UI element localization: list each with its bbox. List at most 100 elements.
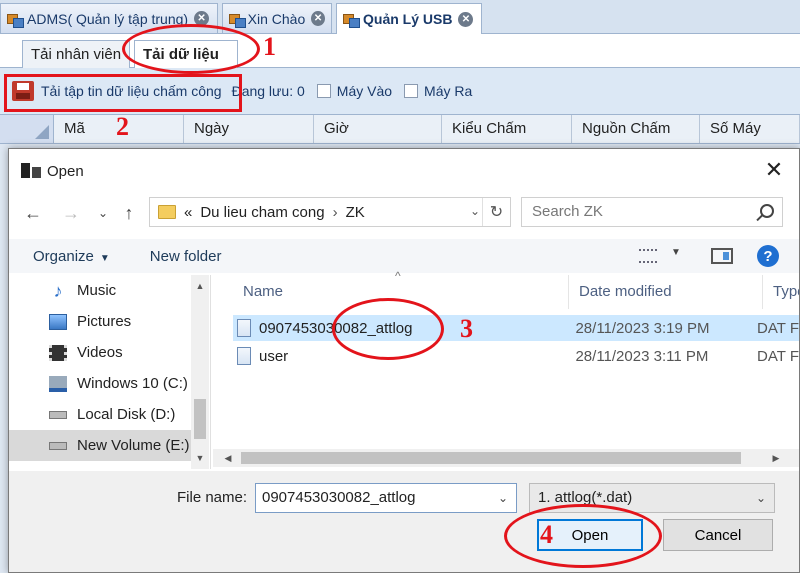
organize-menu[interactable]: Organize ▼ [33, 248, 110, 265]
nav-item-local-disk-d[interactable]: Local Disk (D:) [9, 399, 191, 430]
checkbox-may-vao-label: Máy Vào [336, 83, 393, 99]
chevron-down-icon[interactable]: ▼ [671, 247, 681, 258]
breadcrumb-du-lieu-cham-cong[interactable]: Du lieu cham cong [200, 204, 324, 221]
tab-tai-nhan-vien[interactable]: Tải nhân viên [22, 40, 130, 68]
nav-item-label: Windows 10 (C:) [77, 375, 188, 392]
folder-icon [158, 205, 176, 219]
view-options-icon[interactable] [639, 249, 657, 263]
pictures-icon [49, 313, 67, 330]
dialog-title-bar: Open [9, 149, 799, 193]
scroll-left-icon[interactable]: ◀ [219, 449, 237, 467]
annotation-box-2 [4, 74, 242, 112]
new-folder-button[interactable]: New folder [150, 248, 222, 265]
breadcrumb-zk[interactable]: ZK [346, 204, 365, 221]
preview-pane-icon[interactable] [711, 248, 733, 264]
nav-item-videos[interactable]: Videos [9, 337, 191, 368]
scroll-right-icon[interactable]: ▶ [767, 449, 785, 467]
file-icon [237, 319, 251, 337]
cancel-button[interactable]: Cancel [663, 519, 773, 551]
checkbox-may-vao[interactable] [316, 84, 331, 98]
videos-icon [49, 344, 67, 361]
music-icon: ♪ [53, 280, 63, 301]
close-icon[interactable]: ✕ [311, 11, 325, 26]
scrollbar-thumb[interactable] [241, 452, 741, 464]
close-icon[interactable]: ✕ [458, 11, 474, 27]
recent-locations-dropdown[interactable]: ⌄ [91, 201, 115, 225]
file-name-input[interactable]: 0907453030082_attlog ⌄ [255, 483, 517, 513]
file-name-value: 0907453030082_attlog [262, 489, 416, 506]
forward-button[interactable]: → [59, 201, 83, 225]
nav-item-pictures[interactable]: Pictures [9, 306, 191, 337]
file-row-user[interactable]: user 28/11/2023 3:11 PM DAT F [233, 343, 799, 369]
disk-icon [49, 441, 67, 450]
address-dropdown[interactable]: ⌄ [470, 204, 480, 218]
address-chevrons[interactable]: « [184, 204, 192, 221]
dialog-title: Open [47, 162, 84, 180]
column-header-ngay[interactable]: Ngày [184, 115, 314, 143]
checkbox-may-ra-label: Máy Ra [424, 83, 473, 99]
nav-item-new-volume-e[interactable]: New Volume (E:) [9, 430, 191, 461]
disk-icon [49, 410, 67, 419]
column-header-type[interactable]: Type [763, 275, 799, 309]
app-window-icon [7, 12, 24, 28]
breadcrumb-separator[interactable]: › [333, 204, 338, 221]
file-list-scrollbar[interactable]: ◀ ▶ [213, 449, 799, 467]
file-name-label: File name: [177, 489, 248, 506]
help-icon[interactable]: ? [757, 245, 779, 267]
file-row-attlog[interactable]: 0907453030082_attlog 28/11/2023 3:19 PM … [233, 315, 799, 341]
column-header-so-may[interactable]: Số Máy [700, 115, 800, 143]
file-type: DAT F [757, 319, 799, 337]
app-window-icon [343, 12, 360, 28]
up-folder-button[interactable]: ↑ [117, 201, 141, 225]
nav-item-music[interactable]: ♪ Music [9, 275, 191, 306]
dialog-app-icon [21, 163, 42, 179]
nav-item-label: Local Disk (D:) [77, 406, 176, 423]
annotation-number-1: 1 [263, 32, 276, 61]
scrollbar-thumb[interactable] [194, 399, 206, 439]
chevron-down-icon: ▼ [99, 252, 110, 264]
chevron-down-icon[interactable]: ⌄ [498, 484, 508, 512]
tab-label: Tải nhân viên [31, 46, 122, 63]
back-button[interactable]: ← [21, 201, 45, 225]
annotation-ellipse-4 [504, 504, 662, 568]
dialog-footer: File name: 0907453030082_attlog ⌄ 1. att… [9, 471, 799, 572]
tab-xin-chao[interactable]: Xin Chào ✕ [222, 3, 332, 33]
nav-item-label: New Volume (E:) [77, 437, 190, 454]
nav-item-label: Music [77, 282, 117, 299]
tab-quan-ly-usb[interactable]: Quản Lý USB ✕ [336, 3, 482, 34]
column-header-nguon-cham[interactable]: Nguồn Chấm [572, 115, 700, 143]
file-icon [237, 347, 251, 365]
command-bar: Organize ▼ New folder ▼ ? [9, 239, 799, 273]
column-header-kieu-cham[interactable]: Kiểu Chấm [442, 115, 572, 143]
file-list: ^ Name Date modified Type 0907453030082_… [213, 269, 799, 469]
scroll-up-icon[interactable]: ▲ [191, 277, 209, 295]
tab-label: Xin Chào [247, 10, 306, 27]
search-input[interactable]: Search ZK [521, 197, 783, 227]
nav-item-windows-c[interactable]: Windows 10 (C:) [9, 368, 191, 399]
refresh-button[interactable]: ↻ [482, 198, 510, 226]
annotation-number-4: 4 [540, 520, 553, 549]
column-header-date-modified[interactable]: Date modified [569, 275, 763, 309]
chevron-down-icon[interactable]: ⌄ [756, 484, 766, 512]
checkbox-may-ra[interactable] [404, 84, 419, 98]
open-file-dialog: Open ✕ ← → ⌄ ↑ « Du lieu cham cong › ZK … [8, 148, 800, 573]
file-date: 28/11/2023 3:11 PM [575, 347, 709, 365]
search-icon[interactable] [760, 204, 774, 218]
select-all-corner[interactable] [0, 115, 54, 143]
file-list-header: ^ Name Date modified Type [213, 269, 799, 309]
column-header-gio[interactable]: Giờ [314, 115, 442, 143]
organize-label: Organize [33, 247, 94, 265]
annotation-number-3: 3 [460, 314, 473, 343]
tab-label: Quản Lý USB [363, 11, 453, 27]
nav-pane-scrollbar[interactable]: ▲ ▼ [191, 275, 209, 469]
dialog-close-button[interactable]: ✕ [759, 155, 789, 185]
annotation-ellipse-1 [122, 24, 260, 74]
saving-status: Đang lưu: 0 [231, 83, 305, 99]
navigation-pane: ♪ Music Pictures Videos Windows 10 (C:) … [9, 275, 211, 469]
address-bar[interactable]: « Du lieu cham cong › ZK ⌄ ↻ [149, 197, 511, 227]
app-tab-bar: ADMS( Quản lý tập trung) ✕ Xin Chào ✕ Qu… [0, 0, 800, 34]
scroll-down-icon[interactable]: ▼ [191, 449, 209, 467]
nav-item-label: Pictures [77, 313, 132, 330]
windows-drive-icon [49, 375, 67, 392]
nav-item-label: Videos [77, 344, 123, 361]
